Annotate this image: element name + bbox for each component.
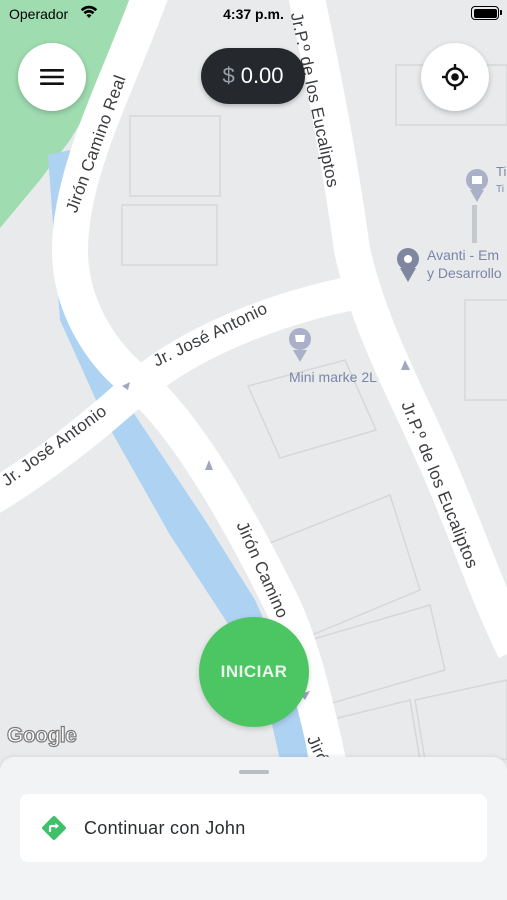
menu-button[interactable] xyxy=(18,43,86,111)
sheet-drag-handle[interactable] xyxy=(239,770,269,774)
poi-label-avanti-line2: y Desarrollo xyxy=(427,265,502,281)
balance-amount: 0.00 xyxy=(240,63,284,88)
route-turn-icon xyxy=(42,816,66,840)
status-time: 4:37 p.m. xyxy=(223,6,284,22)
continue-label: Continuar con John xyxy=(84,817,246,838)
balance-currency: $ xyxy=(222,63,235,88)
poi-label-avanti: Avanti - Em y Desarrollo xyxy=(427,246,502,282)
google-attribution-logo: Google xyxy=(6,723,77,747)
poi-label-avanti-line1: Avanti - Em xyxy=(427,247,500,263)
status-bar: Operador 4:37 p.m. xyxy=(0,0,507,28)
bottom-sheet: Continuar con John xyxy=(0,757,507,900)
hamburger-icon xyxy=(40,69,64,85)
locate-me-button[interactable] xyxy=(421,43,489,111)
crosshair-icon xyxy=(442,64,468,90)
balance-pill[interactable]: $ 0.00 xyxy=(201,48,305,104)
poi-label-mini-market: Mini marke 2L xyxy=(289,369,377,385)
continue-with-driver-item[interactable]: Continuar con John xyxy=(20,794,487,862)
poi-label-shop-line2: Ti xyxy=(496,184,504,195)
start-button[interactable]: INICIAR xyxy=(199,617,309,727)
battery-icon xyxy=(471,6,502,20)
poi-label-shop-right: Ti Ti xyxy=(496,163,506,199)
poi-label-shop-line1: Ti xyxy=(496,164,507,179)
